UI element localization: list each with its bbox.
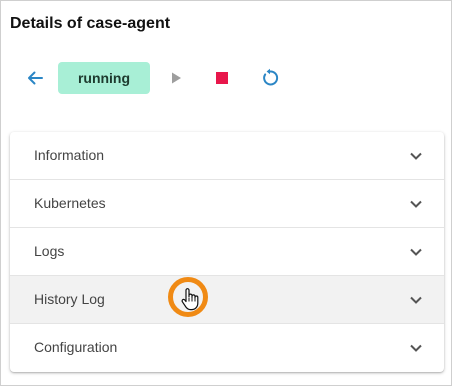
chevron-down-icon	[406, 338, 426, 358]
section-logs[interactable]: Logs	[10, 228, 444, 276]
page-title: Details of case-agent	[10, 15, 171, 32]
section-kubernetes[interactable]: Kubernetes	[10, 180, 444, 228]
chevron-down-icon	[406, 290, 426, 310]
details-accordion: Information Kubernetes Logs History Log …	[10, 132, 444, 372]
start-button[interactable]	[165, 67, 187, 89]
section-label: Configuration	[34, 339, 118, 355]
restart-icon	[263, 68, 279, 86]
restart-button[interactable]	[258, 66, 282, 90]
section-information[interactable]: Information	[10, 132, 444, 180]
chevron-down-icon	[406, 194, 426, 214]
play-icon	[172, 72, 181, 84]
chevron-down-icon	[406, 242, 426, 262]
section-label: Information	[34, 147, 105, 163]
section-history-log[interactable]: History Log	[10, 276, 444, 324]
status-badge: running	[58, 62, 150, 94]
section-label: Kubernetes	[34, 195, 106, 211]
stop-icon	[216, 72, 228, 84]
stop-button[interactable]	[211, 67, 233, 89]
section-label: History Log	[34, 291, 105, 307]
action-toolbar: running	[1, 61, 451, 95]
details-panel: Details of case-agent running Informatio…	[0, 0, 452, 386]
section-label: Logs	[34, 243, 65, 259]
back-button[interactable]	[23, 66, 47, 90]
chevron-down-icon	[406, 146, 426, 166]
section-configuration[interactable]: Configuration	[10, 324, 444, 372]
arrow-left-icon	[28, 71, 43, 85]
